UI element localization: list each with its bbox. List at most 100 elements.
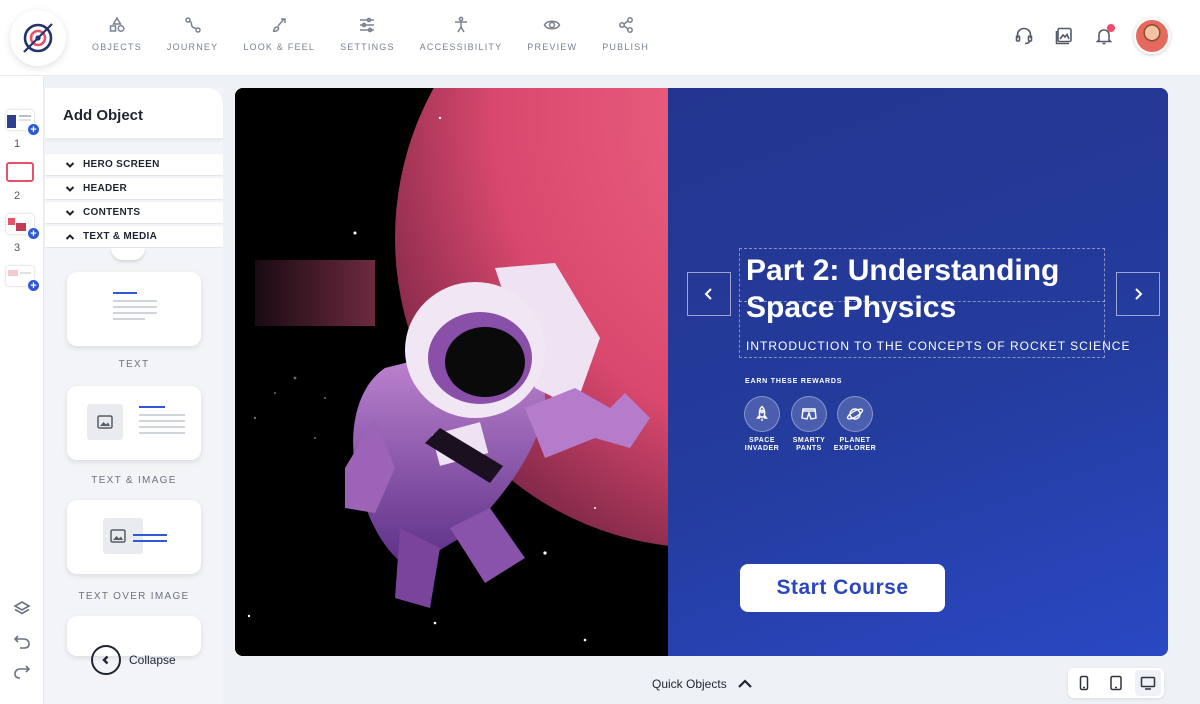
nav-look-feel[interactable]: LOOK & FEEL [243,16,315,52]
headset-icon [1015,27,1033,45]
chevron-right-icon [1135,288,1143,300]
rocket-icon [756,405,768,421]
text-preview-line [139,426,185,428]
slide-strip: + 1 2 + 3 + [0,76,44,704]
reward-space-invader[interactable]: SPACE INVADER [737,396,787,453]
prev-slide-button[interactable] [687,272,731,316]
hero-panel: Part 2: Understanding Space Physics INTR… [668,88,1168,656]
shapes-icon [109,16,125,33]
share-icon [618,17,633,33]
image-placeholder [103,518,143,554]
reward-smarty-pants[interactable]: SMARTY PANTS [784,396,834,453]
nav-publish-label: PUBLISH [602,42,650,52]
text-preview-line [139,420,185,422]
section-contents[interactable]: CONTENTS [45,202,223,224]
nav-settings[interactable]: SETTINGS [340,16,395,52]
undo-button[interactable] [11,630,33,652]
reward-name-line: SPACE [748,437,776,444]
reward-name-line: SMARTY [792,437,826,444]
reward-badge [744,396,780,432]
collapse-button[interactable]: Collapse [91,645,176,675]
chevron-left-icon [102,655,109,665]
chevron-up-icon [65,233,75,240]
brush-icon [272,18,286,32]
text-preview-heading [133,534,167,536]
nav-objects[interactable]: OBJECTS [92,16,142,52]
nav-objects-label: OBJECTS [92,42,142,52]
slide-canvas[interactable]: Part 2: Understanding Space Physics INTR… [235,88,1168,656]
nav-settings-label: SETTINGS [340,42,395,52]
drag-handle [111,248,145,260]
redo-icon [14,665,31,679]
add-slide-button[interactable]: + [27,123,40,136]
text-preview-line [113,318,145,320]
slide-number: 2 [14,190,21,202]
redo-button[interactable] [11,660,33,682]
panel-title: Add Object [63,107,144,124]
tablet-view-button[interactable] [1103,670,1129,696]
object-card-text[interactable] [67,272,201,346]
collapse-circle [91,645,121,675]
phone-view-button[interactable] [1071,670,1097,696]
section-label: TEXT & MEDIA [83,231,158,242]
add-object-panel: Add Object HERO SCREEN HEADER CONTENTS T… [45,88,223,704]
image-icon [97,415,113,429]
reward-planet-explorer[interactable]: PLANET EXPLORER [830,396,880,453]
chevron-up-icon [737,679,752,688]
desktop-icon [1140,676,1156,690]
app-logo[interactable] [10,10,66,66]
rewards-label: EARN THESE REWARDS [745,378,843,385]
object-card-text-image[interactable] [67,386,201,460]
media-library-button[interactable] [1052,24,1076,48]
text-preview-heading [133,540,167,542]
panel-header: Add Object [45,88,223,138]
image-placeholder [87,404,123,440]
reward-name-line: PANTS [796,445,822,452]
slide-thumbnail[interactable]: + [6,110,40,136]
tablet-icon [1110,675,1122,691]
nav-publish[interactable]: PUBLISH [602,16,649,52]
notifications-button[interactable] [1092,24,1116,48]
slide-thumbnail-selected[interactable] [6,162,34,182]
text-preview-line [113,300,157,302]
eye-icon [543,20,561,30]
text-preview-heading [113,292,137,294]
reward-name-line: PLANET [839,437,871,444]
reward-name-line: INVADER [744,445,780,452]
support-button[interactable] [1012,24,1036,48]
section-label: HERO SCREEN [83,159,160,170]
add-slide-button[interactable]: + [27,279,40,292]
user-avatar[interactable] [1134,18,1170,54]
slide-thumbnail[interactable]: + [6,266,40,292]
image-icon [110,529,126,543]
gallery-icon [1055,27,1072,45]
top-right-actions [996,18,1170,54]
add-slide-button[interactable]: + [27,227,40,240]
section-header[interactable]: HEADER [45,178,223,200]
section-label: CONTENTS [83,207,141,218]
slide-thumbnail[interactable]: + [6,214,40,240]
quick-objects-toggle[interactable]: Quick Objects [652,676,753,692]
chevron-down-icon [65,209,75,216]
object-card-text-over-image[interactable] [67,500,201,574]
hero-subtitle[interactable]: INTRODUCTION TO THE CONCEPTS OF ROCKET S… [746,339,1130,353]
desktop-view-button[interactable] [1135,670,1161,696]
nav-preview[interactable]: PREVIEW [527,16,577,52]
nav-look-feel-label: LOOK & FEEL [243,42,316,52]
next-slide-button[interactable] [1116,272,1160,316]
layers-button[interactable] [11,598,33,620]
text-preview-heading [139,406,165,408]
slide-number: 3 [14,242,21,254]
section-hero-screen[interactable]: HERO SCREEN [45,154,223,176]
start-course-button[interactable]: Start Course [740,564,945,612]
layers-icon [13,601,31,615]
notification-dot [1107,24,1115,32]
planet-icon [846,408,864,420]
nav-accessibility[interactable]: ACCESSIBILITY [420,16,503,52]
section-text-media[interactable]: TEXT & MEDIA [45,226,223,248]
text-preview-line [139,414,185,416]
chevron-left-icon [704,288,712,300]
nav-journey[interactable]: JOURNEY [167,16,218,52]
hero-title[interactable]: Part 2: Understanding Space Physics [746,252,1106,326]
nav-journey-label: JOURNEY [166,42,219,52]
